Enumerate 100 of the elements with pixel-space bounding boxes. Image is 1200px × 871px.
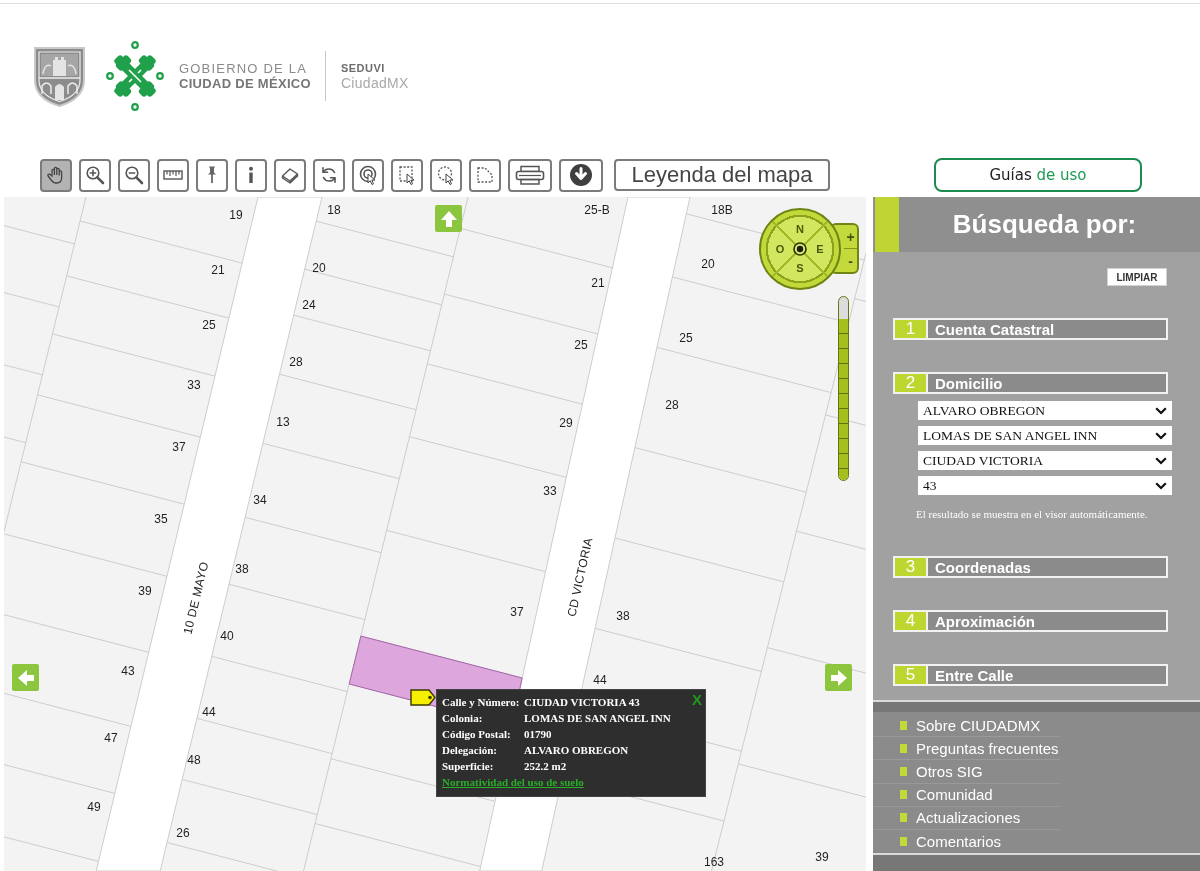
lot-number: 44 <box>202 705 216 719</box>
panel-title: Búsqueda por: <box>951 208 1138 241</box>
tag-icon <box>410 689 436 706</box>
lot-number: 25 <box>574 338 588 352</box>
print-icon <box>515 165 545 185</box>
lot-number: 33 <box>543 484 557 498</box>
section-button[interactable]: Entre Calle <box>928 664 1168 686</box>
toolbar-button[interactable] <box>313 158 345 192</box>
download-icon <box>569 163 593 187</box>
eraser-icon <box>280 165 300 185</box>
dropdown[interactable]: CIUDAD VICTORIA <box>918 451 1172 470</box>
lot-number: 21 <box>591 276 605 290</box>
knot-logo-icon <box>105 41 167 111</box>
section-number: 2 <box>893 372 928 394</box>
lot-number: 37 <box>172 440 186 454</box>
toolbar-button[interactable] <box>118 158 150 192</box>
lot-number: 20 <box>701 257 715 271</box>
lot-number: 43 <box>121 664 135 678</box>
org-name-line: GOBIERNO DE LA <box>179 61 309 76</box>
section-number: 4 <box>893 610 928 632</box>
map-legend-button[interactable]: Leyenda del mapa <box>614 159 830 191</box>
lot-number: 49 <box>87 800 101 814</box>
footer-link[interactable]: Actualizaciones <box>916 809 1021 827</box>
zoom-slider[interactable] <box>838 296 849 481</box>
field-value: LOMAS DE SAN ANGEL INN <box>524 712 671 724</box>
close-button[interactable]: X <box>692 692 702 708</box>
map-view[interactable] <box>4 197 866 871</box>
dashed-polygon-icon <box>475 165 495 185</box>
compass-direction[interactable]: N <box>794 223 806 235</box>
field-label: Delegación: <box>442 744 498 756</box>
zoom-slider-fill[interactable] <box>839 318 848 480</box>
clear-button[interactable]: LIMPIAR <box>1107 268 1167 286</box>
field-label: Colonia: <box>442 712 484 724</box>
field-value: 252.2 m2 <box>524 760 567 772</box>
agency-name: SEDUVI <box>340 61 386 75</box>
lot-number: 47 <box>104 731 118 745</box>
hint-text: El resultado se muestra en el visor automáticamente. <box>916 507 1149 521</box>
lot-number: 20 <box>312 261 326 275</box>
footer-link[interactable]: Preguntas frecuentes <box>916 739 1059 757</box>
square-bullet-icon <box>900 837 907 847</box>
compass[interactable]: N O E S <box>759 208 841 290</box>
section-number: 3 <box>893 556 928 578</box>
lot-number: 18B <box>711 203 733 217</box>
compass-direction[interactable]: O <box>774 243 786 255</box>
toolbar-button[interactable] <box>352 158 384 192</box>
dropdown[interactable]: 43 <box>918 476 1172 495</box>
lot-number: 37 <box>510 605 524 619</box>
toolbar-button[interactable] <box>559 158 603 192</box>
lot-number: 25 <box>202 318 216 332</box>
compass-direction[interactable]: E <box>814 243 826 255</box>
lot-number: 38 <box>235 562 249 576</box>
right-arrow-icon <box>830 669 847 686</box>
lot-number: 163 <box>704 855 724 869</box>
square-bullet-icon <box>900 790 907 800</box>
section-button[interactable]: Domicilio <box>928 372 1168 394</box>
lot-number: 40 <box>220 629 234 643</box>
field-value: 01790 <box>524 728 552 740</box>
lot-number: 35 <box>154 512 168 526</box>
footer-link[interactable]: Comunidad <box>916 786 993 804</box>
chevron-down-icon <box>1155 481 1167 490</box>
refresh-icon <box>319 165 339 185</box>
lot-number: 18 <box>327 203 341 217</box>
lot-number: 24 <box>302 298 316 312</box>
toolbar-button[interactable] <box>40 158 72 192</box>
zoom-out-button[interactable]: - <box>844 248 857 272</box>
street-name: 10 DE MAYO <box>180 560 212 636</box>
toolbar-button[interactable] <box>79 158 111 192</box>
section-button[interactable]: Coordenadas <box>928 556 1168 578</box>
compass-direction[interactable]: S <box>794 262 806 274</box>
guides-button[interactable]: Guías de uso <box>934 158 1142 192</box>
lot-number: 39 <box>815 850 829 864</box>
square-bullet-icon <box>900 766 907 776</box>
footer-link[interactable]: Sobre CIUDADMX <box>916 716 1041 734</box>
lot-number: 21 <box>211 263 225 277</box>
footer-link[interactable]: Otros SIG <box>916 762 983 780</box>
toolbar-button[interactable] <box>274 158 306 192</box>
dropdown[interactable]: ALVARO OBREGON <box>918 401 1172 420</box>
lot-number: 33 <box>187 378 201 392</box>
land-use-link[interactable]: Normatividad del uso de suelo <box>442 776 584 788</box>
accent-bar <box>875 197 899 252</box>
coat-of-arms-icon <box>33 45 86 107</box>
square-bullet-icon <box>900 813 907 823</box>
zoom-out-icon <box>124 165 144 185</box>
chevron-down-icon <box>1155 406 1167 415</box>
toolbar-button[interactable] <box>196 158 228 192</box>
zoom-in-button[interactable]: + <box>844 225 857 248</box>
field-value: ALVARO OBREGON <box>524 744 629 756</box>
field-label: Superficie: <box>442 760 495 772</box>
lot-number: 28 <box>665 398 679 412</box>
footer-link[interactable]: Comentarios <box>916 833 1002 851</box>
toolbar-button[interactable] <box>508 158 552 192</box>
square-bullet-icon <box>900 720 907 730</box>
section-button[interactable]: Cuenta Catastral <box>928 318 1168 340</box>
dropdown[interactable]: LOMAS DE SAN ANGEL INN <box>918 426 1172 445</box>
chevron-down-icon <box>1155 456 1167 465</box>
field-label: Código Postal: <box>442 728 512 740</box>
app-name: CiudadMX <box>340 74 409 91</box>
toolbar-button[interactable] <box>235 158 267 192</box>
section-button[interactable]: Aproximación <box>928 610 1168 632</box>
section-number: 5 <box>893 664 928 686</box>
